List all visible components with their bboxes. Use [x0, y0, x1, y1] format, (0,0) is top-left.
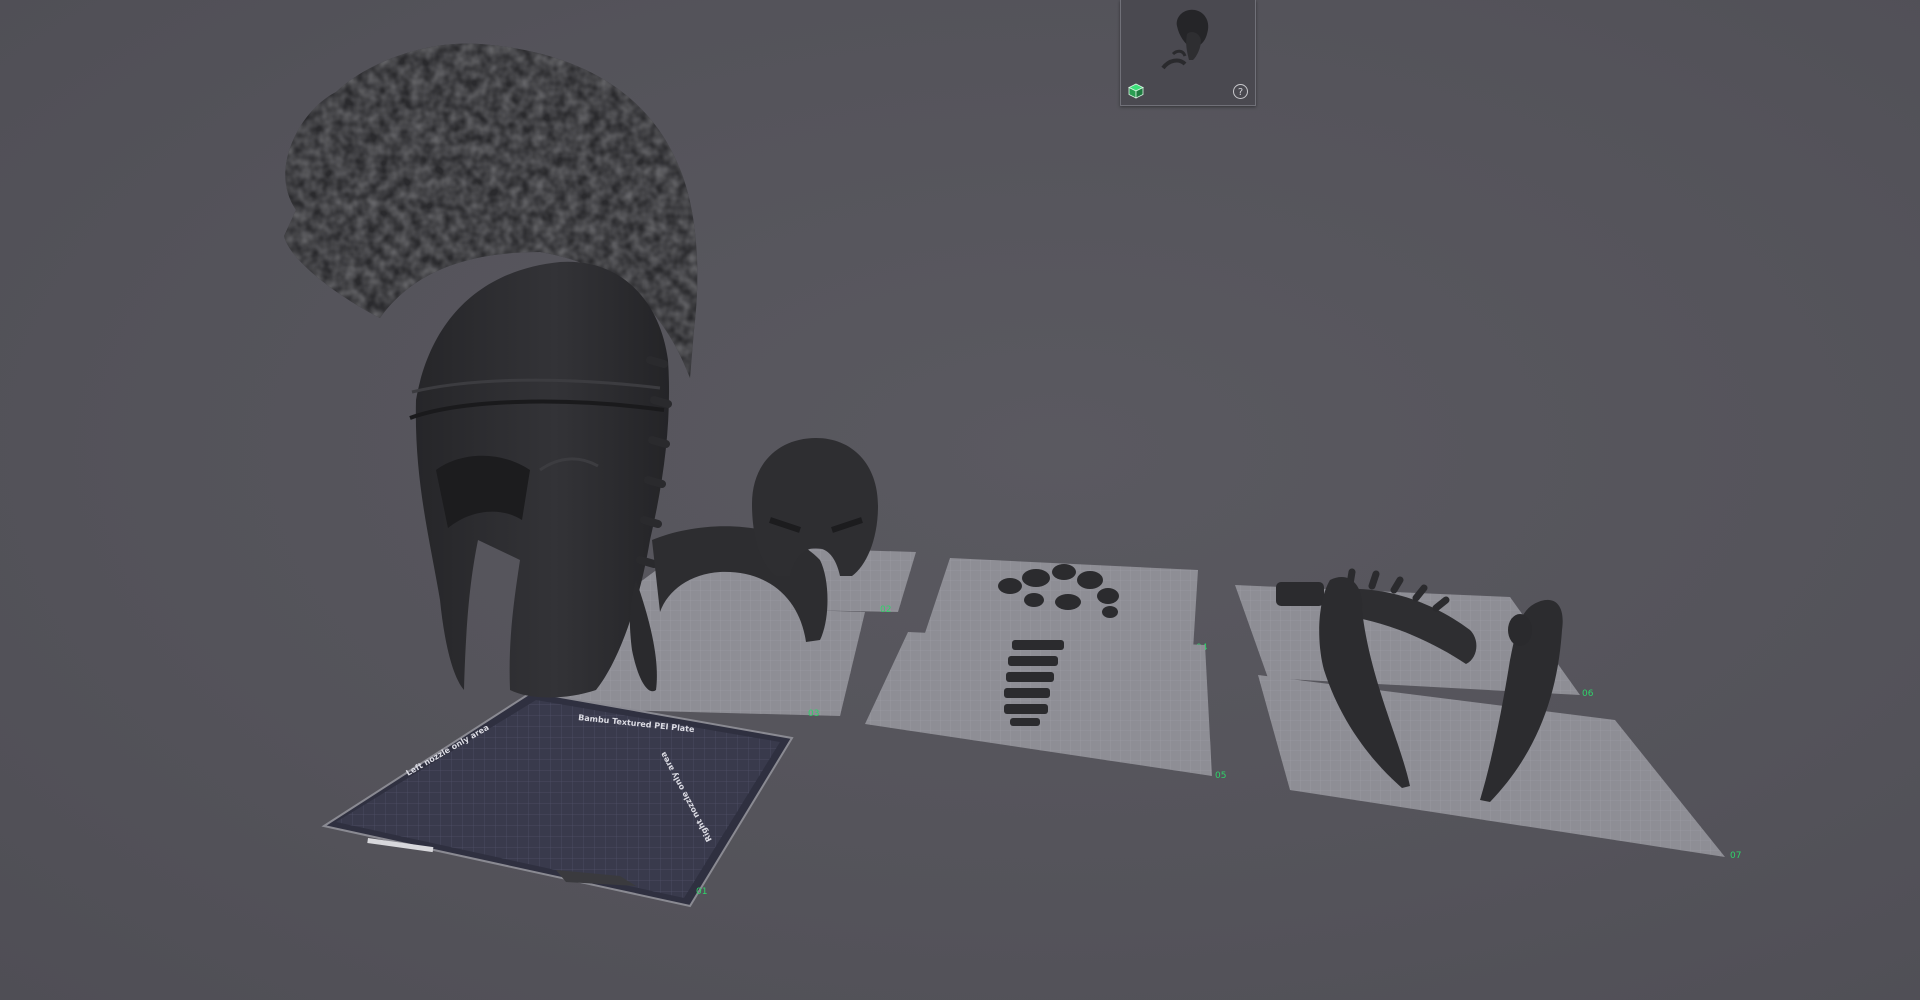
help-icon[interactable]: ?: [1233, 84, 1248, 99]
plate-7-number: 07: [1730, 851, 1741, 861]
plate-preview-thumbnail: [1161, 9, 1209, 70]
active-bed-number: 01: [696, 887, 707, 897]
plate-2-number: 02: [880, 605, 891, 615]
scene-canvas[interactable]: 02 03 04 05 06 07: [0, 0, 1920, 1000]
view-cube-icon[interactable]: [1128, 83, 1144, 99]
3d-viewport[interactable]: 02 03 04 05 06 07: [0, 0, 1920, 1000]
plate-3-number: 03: [808, 709, 819, 719]
plate-preview-panel[interactable]: ?: [1120, 0, 1256, 106]
plate-6-number: 06: [1582, 689, 1594, 699]
active-bed[interactable]: Bambu Textured PEI Plate Left nozzle onl…: [321, 690, 794, 908]
plate-5-number: 05: [1215, 771, 1226, 781]
